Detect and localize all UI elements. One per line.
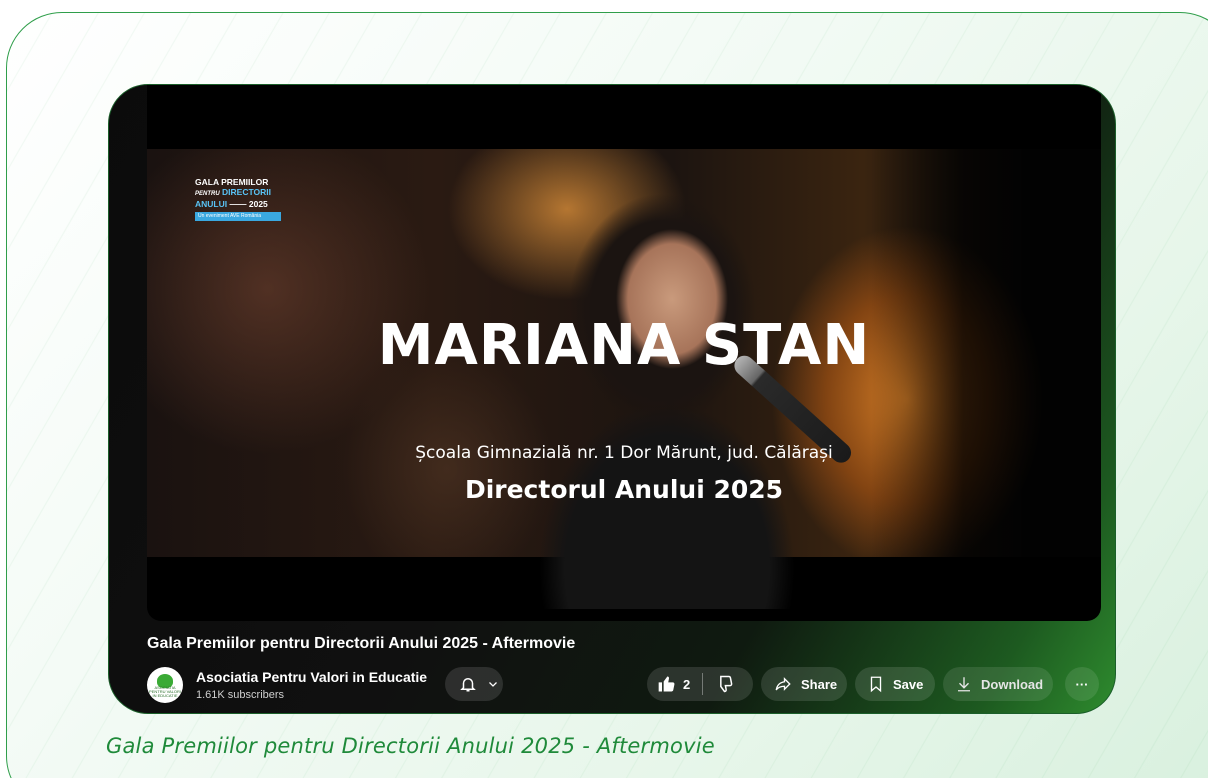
logo-dash: ——	[229, 199, 247, 209]
like-divider	[702, 673, 704, 695]
like-dislike-group: 2	[647, 667, 753, 701]
channel-name[interactable]: Asociatia Pentru Valori in Educatie	[196, 669, 427, 685]
bookmark-icon	[867, 675, 885, 693]
channel-row: ASOCIATIA PENTRU VALORI IN EDUCATIE Asoc…	[147, 665, 1101, 705]
more-actions-button[interactable]: ···	[1065, 667, 1099, 701]
logo-line-3: ANULUI	[195, 199, 228, 209]
video-award-text: Directorul Anului 2025	[464, 475, 784, 504]
like-count: 2	[683, 676, 691, 692]
event-logo: GALA PREMIILOR PENTRU DIRECTORII ANULUI …	[195, 177, 281, 221]
logo-line-2: DIRECTORII	[222, 187, 272, 197]
video-player-card: GALA PREMIILOR PENTRU DIRECTORII ANULUI …	[108, 84, 1116, 714]
logo-year: 2025	[248, 199, 268, 209]
subscriber-count: 1.61K subscribers	[196, 689, 285, 701]
video-caption: Gala Premiilor pentru Directorii Anului …	[106, 734, 715, 758]
logo-tag: Un eveniment AVE România	[195, 212, 281, 221]
download-icon	[955, 675, 973, 693]
logo-line-2-row: PENTRU DIRECTORII	[195, 187, 281, 199]
video-school-text: Școala Gimnazială nr. 1 Dor Mărunt, jud.…	[415, 443, 833, 463]
logo-line-1: GALA PREMIILOR	[195, 177, 269, 187]
video-player[interactable]: GALA PREMIILOR PENTRU DIRECTORII ANULUI …	[147, 85, 1101, 621]
logo-line-2-small: PENTRU	[195, 191, 220, 197]
download-button[interactable]: Download	[943, 667, 1053, 701]
avatar-caption: ASOCIATIA PENTRU VALORI IN EDUCATIE	[149, 685, 181, 698]
thumbs-up-icon[interactable]	[657, 674, 677, 694]
video-title[interactable]: Gala Premiilor pentru Directorii Anului …	[147, 635, 575, 653]
thumbs-down-icon[interactable]	[715, 674, 735, 694]
share-arrow-icon	[773, 675, 793, 693]
share-button[interactable]: Share	[761, 667, 847, 701]
save-label: Save	[893, 676, 924, 692]
save-button[interactable]: Save	[855, 667, 935, 701]
share-label: Share	[801, 676, 838, 692]
channel-avatar[interactable]: ASOCIATIA PENTRU VALORI IN EDUCATIE	[147, 667, 183, 703]
more-icon: ···	[1075, 676, 1089, 692]
download-label: Download	[981, 676, 1044, 692]
video-headline: MARIANA STAN	[377, 313, 871, 378]
notification-button[interactable]	[445, 667, 503, 701]
logo-line-3-row: ANULUI —— 2025	[195, 199, 281, 209]
bell-icon	[459, 675, 477, 693]
chevron-down-icon	[487, 678, 499, 690]
